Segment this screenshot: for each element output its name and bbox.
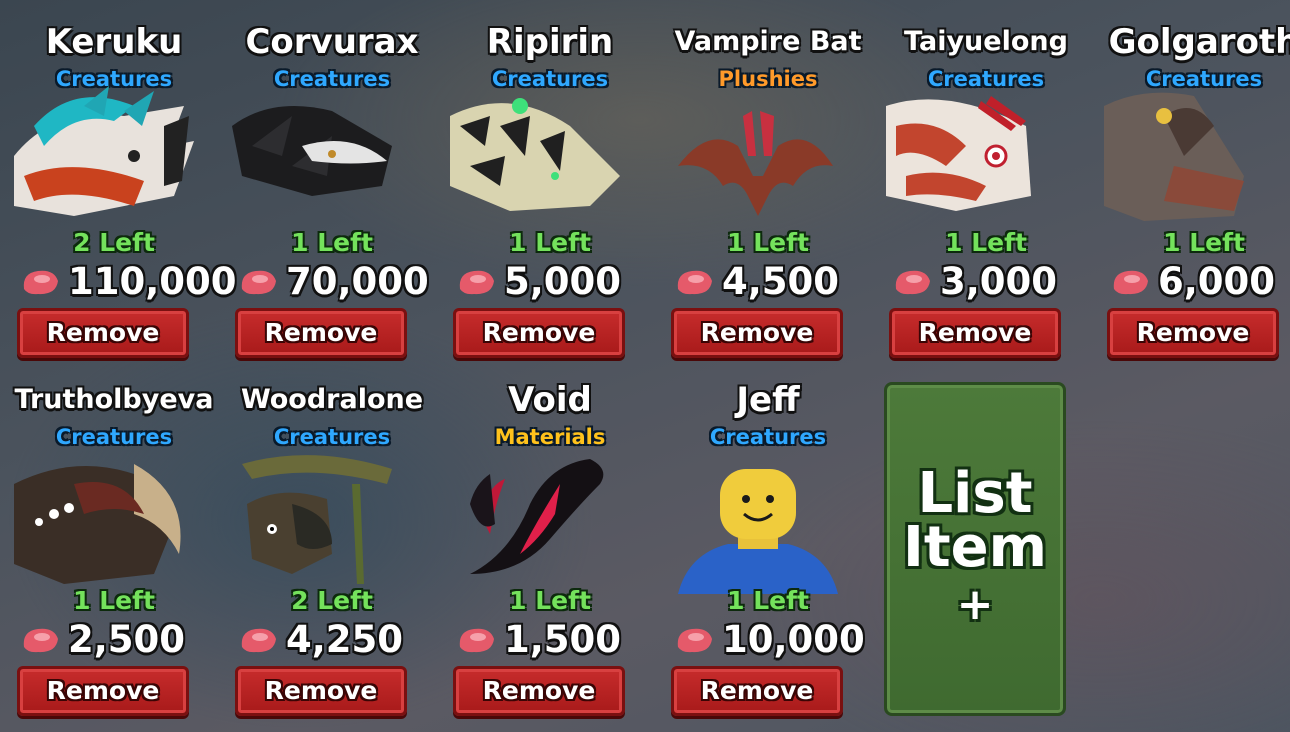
remove-button[interactable]: Remove [453,666,625,716]
meat-icon [459,270,494,295]
meat-icon [677,628,712,653]
golgaroth-creature-image [1104,92,1244,222]
price-value: 10,000 [722,618,865,661]
trutholbyeva-creature-image [14,464,181,584]
stock-left: 1 Left [291,228,373,257]
remove-button[interactable]: Remove [671,308,843,358]
listing-card: Keruku Creatures 2 Left 110,000 Remove [14,0,237,358]
listing-card: Golgaroth Creatures 1 Left 6,000 Remove [1104,0,1290,358]
remove-button[interactable]: Remove [235,666,407,716]
remove-button[interactable]: Remove [1107,308,1279,358]
taiyuelong-creature-image [886,96,1031,211]
remove-button[interactable]: Remove [235,308,407,358]
item-name: Woodralone [240,384,424,415]
price-row: 6,000 [1110,262,1275,302]
remove-button[interactable]: Remove [453,308,625,358]
stock-left: 2 Left [73,228,155,257]
listing-card: Woodralone Creatures 2 Left 4,250 Remove [232,358,450,716]
price-row: 110,000 [20,262,237,302]
listing-card: Taiyuelong Creatures 1 Left 3,000 Remove [886,0,1104,358]
vampire-bat-plushie-image [678,111,833,216]
remove-button[interactable]: Remove [889,308,1061,358]
meat-icon [677,270,712,295]
item-name: Keruku [45,22,183,62]
price-value: 4,500 [722,260,840,303]
meat-icon [241,270,276,295]
item-name: Trutholbyeva [14,384,214,415]
list-item-label-line2: Item [903,515,1047,580]
stock-left: 1 Left [509,228,591,257]
price-value: 110,000 [68,260,237,303]
listing-card: Void Materials 1 Left 1,500 Remove [450,358,668,716]
keruku-creature-image [14,86,194,216]
item-name: Vampire Bat [674,26,862,57]
price-value: 4,250 [286,618,404,661]
remove-button[interactable]: Remove [671,666,843,716]
listing-card: Ripirin Creatures 1 Left 5,000 Remove [450,0,668,358]
item-name: Void [508,380,592,420]
list-item-label: List Item [887,461,1063,580]
stock-left: 2 Left [291,586,373,615]
meat-icon [895,270,930,295]
item-name: Corvurax [245,22,419,62]
price-row: 4,500 [674,262,839,302]
item-name: Taiyuelong [904,26,1068,57]
price-row: 3,000 [892,262,1057,302]
price-value: 3,000 [940,260,1058,303]
listing-card: Vampire Bat Plushies 1 Left 4,500 Remove [668,0,886,358]
meat-icon [241,628,276,653]
price-value: 2,500 [68,618,186,661]
ripirin-creature-image [450,98,620,211]
price-row: 10,000 [674,620,865,660]
price-value: 5,000 [504,260,622,303]
price-row: 4,250 [238,620,403,660]
meat-icon [23,270,58,295]
item-name: Jeff [736,380,800,420]
listing-card: Jeff Creatures 1 Left 10,000 Remove [668,358,886,716]
void-material-image [470,459,604,574]
remove-button[interactable]: Remove [17,308,189,358]
woodralone-creature-image [242,455,392,584]
jeff-avatar-image [678,469,838,594]
price-value: 1,500 [504,618,622,661]
remove-button[interactable]: Remove [17,666,189,716]
item-name: Golgaroth [1108,22,1290,62]
price-row: 70,000 [238,262,429,302]
stock-left: 1 Left [73,586,155,615]
stock-left: 1 Left [1163,228,1245,257]
price-value: 6,000 [1158,260,1276,303]
plus-icon: + [956,579,994,630]
listing-card: Trutholbyeva Creatures 1 Left 2,500 Remo… [14,358,232,716]
price-value: 70,000 [286,260,429,303]
meat-icon [1113,270,1148,295]
listing-card: Corvurax Creatures 1 Left 70,000 Remove [232,0,450,358]
price-row: 5,000 [456,262,621,302]
stock-left: 1 Left [509,586,591,615]
meat-icon [23,628,58,653]
stock-left: 1 Left [945,228,1027,257]
price-row: 2,500 [20,620,185,660]
stock-left: 1 Left [727,586,809,615]
item-name: Ripirin [486,22,614,62]
list-item-label-line1: List [917,461,1033,526]
price-row: 1,500 [456,620,621,660]
corvurax-creature-image [232,106,392,196]
stock-left: 1 Left [727,228,809,257]
list-item-button[interactable]: List Item + [884,382,1066,716]
meat-icon [459,628,494,653]
